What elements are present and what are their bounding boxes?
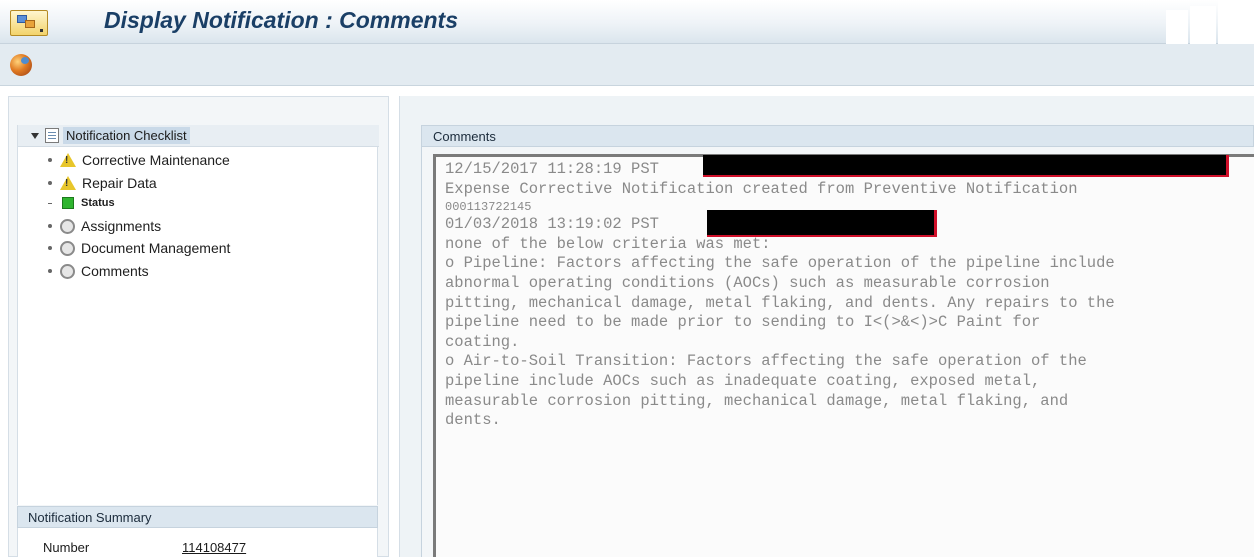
gray-circle-icon: [60, 218, 75, 234]
comments-text: 12/15/2017 11:28:19 PST Expense Correcti…: [445, 160, 1254, 431]
green-square-icon: [62, 197, 74, 209]
comment-line: abnormal operating conditions (AOCs) suc…: [445, 273, 1050, 292]
dash: [48, 202, 52, 204]
bullet: [48, 181, 52, 185]
application-toolbar: [0, 44, 1254, 86]
gray-circle-icon: [60, 263, 75, 279]
expand-arrow-icon[interactable]: [31, 132, 39, 139]
transaction-icon[interactable]: [10, 10, 48, 36]
tree-item-comments[interactable]: Comments: [18, 261, 149, 281]
redaction-box: [707, 210, 937, 237]
comment-line: pitting, mechanical damage, metal flakin…: [445, 293, 1115, 312]
tree-item-document-management[interactable]: Document Management: [18, 238, 230, 258]
bullet: [48, 246, 52, 250]
tree-item-corrective-maintenance[interactable]: Corrective Maintenance: [18, 150, 230, 170]
comment-line: 12/15/2017 11:28:19 PST: [445, 160, 659, 178]
tree-item-assignments[interactable]: Assignments: [18, 216, 161, 236]
summary-body: Number 114108477: [17, 528, 378, 557]
summary-header: Notification Summary: [17, 506, 378, 528]
bullet: [48, 158, 52, 162]
tree-root-label: Notification Checklist: [63, 127, 190, 144]
gray-circle-icon: [60, 240, 75, 256]
window-title: Display Notification : Comments: [104, 7, 458, 33]
tree-item-label: Corrective Maintenance: [82, 152, 230, 168]
comments-header: Comments: [421, 125, 1254, 147]
comment-line: measurable corrosion pitting, mechanical…: [445, 391, 1069, 410]
redaction-box: [703, 155, 1229, 177]
warning-triangle-icon: [60, 153, 76, 167]
comment-line: o Pipeline: Factors affecting the safe o…: [445, 254, 1115, 273]
comment-line: pipeline include AOCs such as inadequate…: [445, 371, 1041, 390]
title-bar: Display Notification : Comments: [0, 0, 1254, 76]
comment-line: 01/03/2018 13:19:02 PST: [445, 215, 659, 234]
tree-root-notification-checklist[interactable]: Notification Checklist: [18, 125, 379, 147]
tree-item-label: Assignments: [81, 218, 162, 234]
number-link[interactable]: 114108477: [182, 540, 246, 555]
comment-line: o Air-to-Soil Transition: Factors affect…: [445, 352, 1087, 371]
tree-item-label: Document Management: [81, 240, 231, 256]
comment-line: pipeline need to be made prior to sendin…: [445, 313, 1041, 332]
comment-line: Expense Corrective Notification created …: [445, 179, 1078, 198]
checklist-icon: [45, 128, 59, 143]
bullet: [48, 269, 52, 273]
comment-line: none of the below criteria was met:: [445, 234, 771, 253]
bullet: [48, 224, 52, 228]
tree-item-label: Status: [81, 197, 115, 209]
warning-triangle-icon: [60, 176, 76, 190]
checklist-tree: Notification Checklist Corrective Mainte…: [17, 125, 379, 505]
tree-item-label: Comments: [81, 263, 149, 279]
comment-line: dents.: [445, 411, 501, 430]
tree-item-repair-data[interactable]: Repair Data: [18, 173, 157, 193]
globe-services-icon[interactable]: [10, 54, 32, 76]
tree-item-status[interactable]: Status: [18, 193, 115, 213]
number-label: Number: [43, 540, 90, 555]
comment-line: coating.: [445, 332, 520, 351]
tree-item-label: Repair Data: [82, 175, 157, 191]
